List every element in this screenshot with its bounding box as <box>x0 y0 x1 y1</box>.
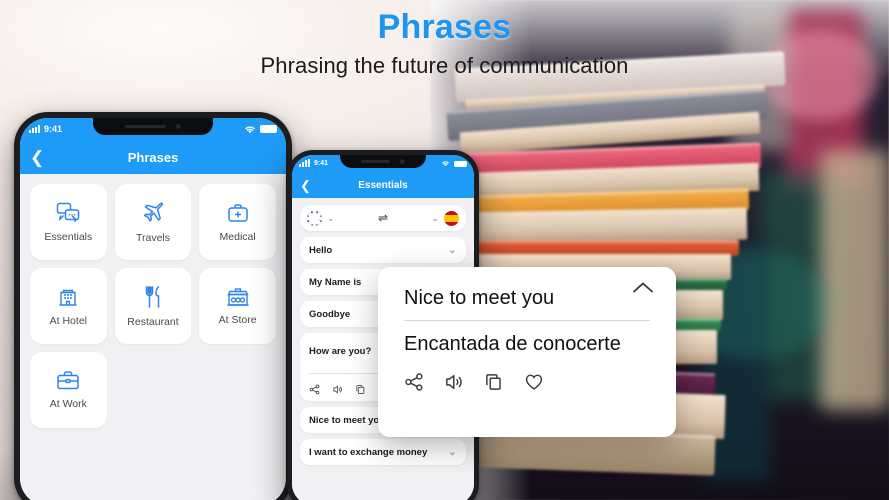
wifi-icon <box>244 125 256 134</box>
category-label: Medical <box>219 230 256 243</box>
share-icon[interactable] <box>309 384 320 395</box>
copy-icon[interactable] <box>355 384 366 395</box>
right-navbar-title: Essentials <box>358 179 408 191</box>
chevron-down-icon[interactable]: ⌄ <box>431 213 439 223</box>
airplane-icon <box>141 201 165 225</box>
phone-notch <box>340 155 426 168</box>
flag-spain[interactable] <box>444 210 459 226</box>
chat-bubbles-icon <box>56 202 80 224</box>
right-navbar: ❮ Essentials <box>292 172 474 198</box>
left-phone: 9:41 ❮ Phrases Essentials Travels Medica… <box>14 112 292 500</box>
category-tile-at-work[interactable]: At Work <box>30 352 107 428</box>
category-label: Essentials <box>44 230 93 243</box>
storefront-icon <box>226 287 250 307</box>
battery-icon <box>454 160 467 167</box>
page-subtitle: Phrasing the future of communication <box>260 53 629 78</box>
wifi-icon <box>441 160 450 167</box>
fork-knife-icon <box>143 285 163 309</box>
signal-bars-icon <box>299 158 310 167</box>
translation-overlay-card: Nice to meet you Encantada de conocerte <box>378 267 676 437</box>
flag-united-kingdom[interactable] <box>307 210 322 226</box>
left-navbar: ❮ Phrases <box>20 140 286 174</box>
phrase-row[interactable]: I want to exchange money ⌄ <box>300 439 466 465</box>
phrase-text: I want to exchange money <box>309 446 428 458</box>
status-time: 9:41 <box>44 124 63 134</box>
back-button[interactable]: ❮ <box>30 149 44 166</box>
category-label: Restaurant <box>127 315 179 328</box>
category-label: Travels <box>135 231 170 244</box>
back-button[interactable]: ❮ <box>300 179 311 192</box>
chevron-down-icon[interactable]: ⌄ <box>327 213 335 223</box>
divider <box>404 320 650 321</box>
left-navbar-title: Phrases <box>127 149 179 165</box>
category-label: At Hotel <box>49 314 87 327</box>
phrase-text: My Name is <box>309 276 362 288</box>
speaker-icon[interactable] <box>444 372 464 392</box>
phrase-text: Goodbye <box>309 308 351 320</box>
language-selector-bar: ⌄ ⇌ ⌄ <box>300 205 466 231</box>
category-tile-travels[interactable]: Travels <box>114 184 192 260</box>
swap-arrows-icon[interactable]: ⇌ <box>340 211 427 225</box>
category-label: At Work <box>49 398 87 410</box>
chevron-down-icon[interactable]: ⌄ <box>448 446 457 458</box>
category-label: At Store <box>218 313 257 326</box>
status-time: 9:41 <box>314 160 329 167</box>
signal-bars-icon <box>29 125 40 133</box>
category-tile-at-store[interactable]: At Store <box>199 268 276 344</box>
phrase-text: Hello <box>309 244 333 256</box>
category-grid: Essentials Travels Medical At Hotel Rest… <box>20 174 286 438</box>
chevron-down-icon[interactable]: ⌄ <box>448 244 457 256</box>
share-icon[interactable] <box>404 372 424 392</box>
overlay-source-text: Nice to meet you <box>404 287 555 309</box>
phrase-text: Nice to meet you <box>309 414 386 426</box>
first-aid-kit-icon <box>227 202 249 224</box>
category-tile-restaurant[interactable]: Restaurant <box>114 268 192 344</box>
speaker-icon[interactable] <box>332 384 343 395</box>
page-title: Phrases <box>377 8 512 46</box>
page-header: Phrases Phrasing the future of communica… <box>0 8 889 79</box>
heart-icon[interactable] <box>524 372 544 392</box>
hotel-building-icon <box>57 286 79 308</box>
copy-icon[interactable] <box>484 372 504 392</box>
phrase-row[interactable]: Hello ⌄ <box>300 237 466 263</box>
overlay-actions <box>404 372 650 392</box>
briefcase-icon <box>56 370 80 391</box>
phone-notch <box>93 118 213 135</box>
category-tile-at-hotel[interactable]: At Hotel <box>30 268 107 344</box>
category-tile-medical[interactable]: Medical <box>199 184 276 260</box>
chevron-up-icon[interactable] <box>632 281 654 294</box>
category-tile-essentials[interactable]: Essentials <box>30 184 107 260</box>
battery-icon <box>260 125 277 133</box>
overlay-target-text: Encantada de conocerte <box>404 333 621 355</box>
phrase-text: How are you? <box>309 346 372 357</box>
left-screen-body: Essentials Travels Medical At Hotel Rest… <box>20 174 286 500</box>
